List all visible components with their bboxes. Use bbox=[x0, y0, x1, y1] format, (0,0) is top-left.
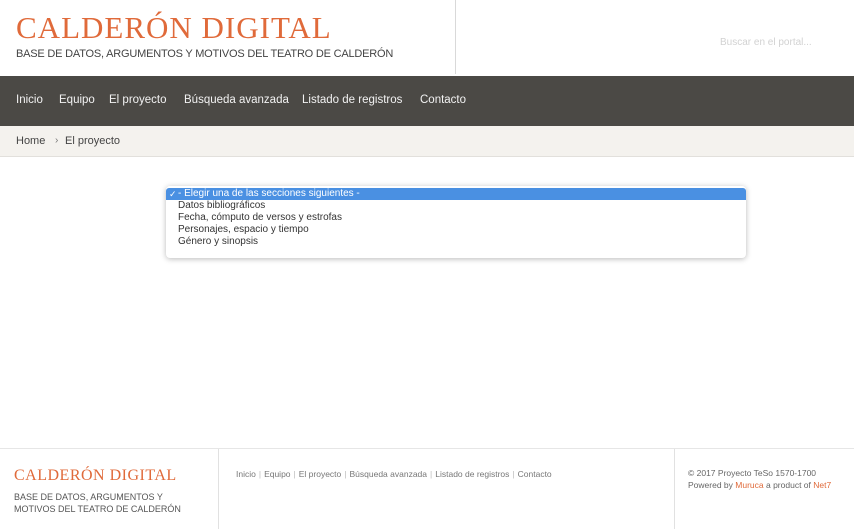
select-option-placeholder[interactable]: ✓ - Elegir una de las secciones siguient… bbox=[166, 188, 746, 200]
breadcrumb-separator: › bbox=[55, 135, 59, 146]
footer-logo: CALDERÓN DIGITAL BASE DE DATOS, ARGUMENT… bbox=[0, 449, 219, 529]
nav-item-busqueda-avanzada[interactable]: Búsqueda avanzada bbox=[184, 94, 289, 106]
select-option-personajes[interactable]: Personajes, espacio y tiempo bbox=[166, 224, 746, 236]
nav-item-inicio[interactable]: Inicio bbox=[16, 94, 43, 106]
footer-title[interactable]: CALDERÓN DIGITAL bbox=[14, 467, 177, 485]
select-option-datos-bibliograficos[interactable]: Datos bibliográficos bbox=[166, 200, 746, 212]
footer-link-el-proyecto[interactable]: El proyecto bbox=[299, 469, 342, 479]
site-header: CALDERÓN DIGITAL BASE DE DATOS, ARGUMENT… bbox=[0, 0, 854, 74]
footer-link-divider: | bbox=[430, 469, 433, 479]
breadcrumb-home[interactable]: Home bbox=[16, 135, 45, 147]
footer-subtitle: BASE DE DATOS, ARGUMENTOS Y MOTIVOS DEL … bbox=[14, 492, 181, 514]
footer-link-divider: | bbox=[512, 469, 515, 479]
footer-link-listado[interactable]: Listado de registros bbox=[435, 469, 509, 479]
logo[interactable]: CALDERÓN DIGITAL BASE DE DATOS, ARGUMENT… bbox=[0, 0, 456, 74]
footer-link-contacto[interactable]: Contacto bbox=[518, 469, 552, 479]
muruca-link[interactable]: Muruca bbox=[735, 480, 763, 490]
footer-link-divider: | bbox=[293, 469, 296, 479]
footer-link-inicio[interactable]: Inicio bbox=[236, 469, 256, 479]
footer-link-equipo[interactable]: Equipo bbox=[264, 469, 290, 479]
footer-powered-by: Powered by Muruca a product of Net7 bbox=[688, 479, 854, 491]
select-option-genero[interactable]: Género y sinopsis bbox=[166, 236, 746, 248]
site-footer: CALDERÓN DIGITAL BASE DE DATOS, ARGUMENT… bbox=[0, 448, 854, 529]
select-option-label: Género y sinopsis bbox=[178, 236, 259, 247]
section-select-dropdown[interactable]: ✓ - Elegir una de las secciones siguient… bbox=[166, 186, 746, 258]
powered-prefix: Powered by bbox=[688, 480, 733, 490]
select-option-label: Fecha, cómputo de versos y estrofas bbox=[178, 212, 342, 223]
footer-nav: Inicio | Equipo | El proyecto | Búsqueda avanz… bbox=[218, 449, 675, 529]
nav-item-listado-de-registros[interactable]: Listado de registros bbox=[302, 94, 402, 106]
site-subtitle: BASE DE DATOS, ARGUMENTOS Y MOTIVOS DEL … bbox=[16, 48, 394, 60]
net7-link[interactable]: Net7 bbox=[813, 480, 831, 490]
nav-item-contacto[interactable]: Contacto bbox=[420, 94, 466, 106]
footer-copyright: © 2017 Proyecto TeSo 1570-1700 bbox=[688, 468, 817, 478]
nav-item-el-proyecto[interactable]: El proyecto bbox=[109, 94, 167, 106]
breadcrumb-current: El proyecto bbox=[65, 135, 121, 147]
footer-link-divider: | bbox=[258, 469, 262, 479]
site-title[interactable]: CALDERÓN DIGITAL bbox=[16, 12, 332, 44]
search-input[interactable] bbox=[720, 34, 840, 50]
select-option-label: Personajes, espacio y tiempo bbox=[178, 224, 309, 235]
footer-link-divider: | bbox=[344, 469, 347, 479]
select-option-label: Datos bibliográficos bbox=[178, 200, 266, 211]
breadcrumb: Home › El proyecto bbox=[0, 126, 854, 157]
select-option-label: - Elegir una de las secciones siguientes… bbox=[178, 188, 360, 199]
select-option-fecha[interactable]: Fecha, cómputo de versos y estrofas bbox=[166, 212, 746, 224]
footer-credits: © 2017 Proyecto TeSo 1570-1700 Powered b… bbox=[688, 467, 854, 491]
powered-middle: a product of bbox=[765, 480, 811, 490]
check-icon: ✓ bbox=[169, 189, 177, 199]
main-nav: Inicio Equipo El proyecto Búsqueda avanz… bbox=[0, 76, 854, 126]
footer-link-busqueda-avanzada[interactable]: Búsqueda avanzada bbox=[350, 469, 428, 479]
nav-item-equipo[interactable]: Equipo bbox=[59, 94, 95, 106]
